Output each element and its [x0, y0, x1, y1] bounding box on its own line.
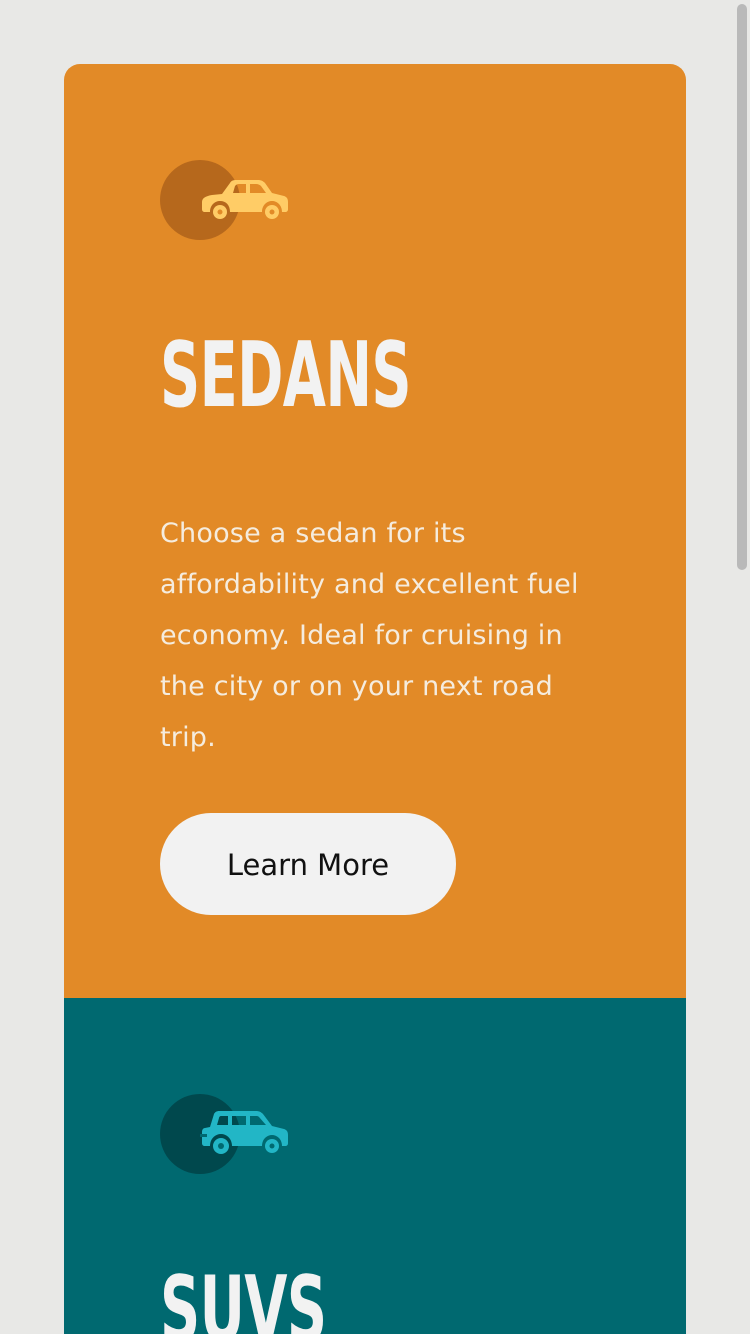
sedans-title: Sedans	[160, 323, 412, 428]
suvs-card: SUVs	[64, 998, 686, 1334]
suv-car-icon	[200, 1111, 288, 1154]
page: Sedans Choose a sedan for its affordabil…	[0, 0, 750, 1334]
sedans-learn-more-button[interactable]: Learn More	[160, 813, 456, 915]
scrollbar-thumb[interactable]	[737, 4, 747, 570]
suvs-icon-group	[160, 1094, 288, 1174]
vehicle-cards: Sedans Choose a sedan for its affordabil…	[64, 64, 686, 1334]
suvs-title: SUVs	[160, 1257, 327, 1334]
scrollbar-track[interactable]	[734, 0, 750, 1334]
sedan-car-icon	[202, 180, 288, 219]
sedans-card: Sedans Choose a sedan for its affordabil…	[64, 64, 686, 998]
sedans-icon-group	[160, 160, 288, 240]
sedans-description: Choose a sedan for its affordability and…	[160, 518, 579, 753]
